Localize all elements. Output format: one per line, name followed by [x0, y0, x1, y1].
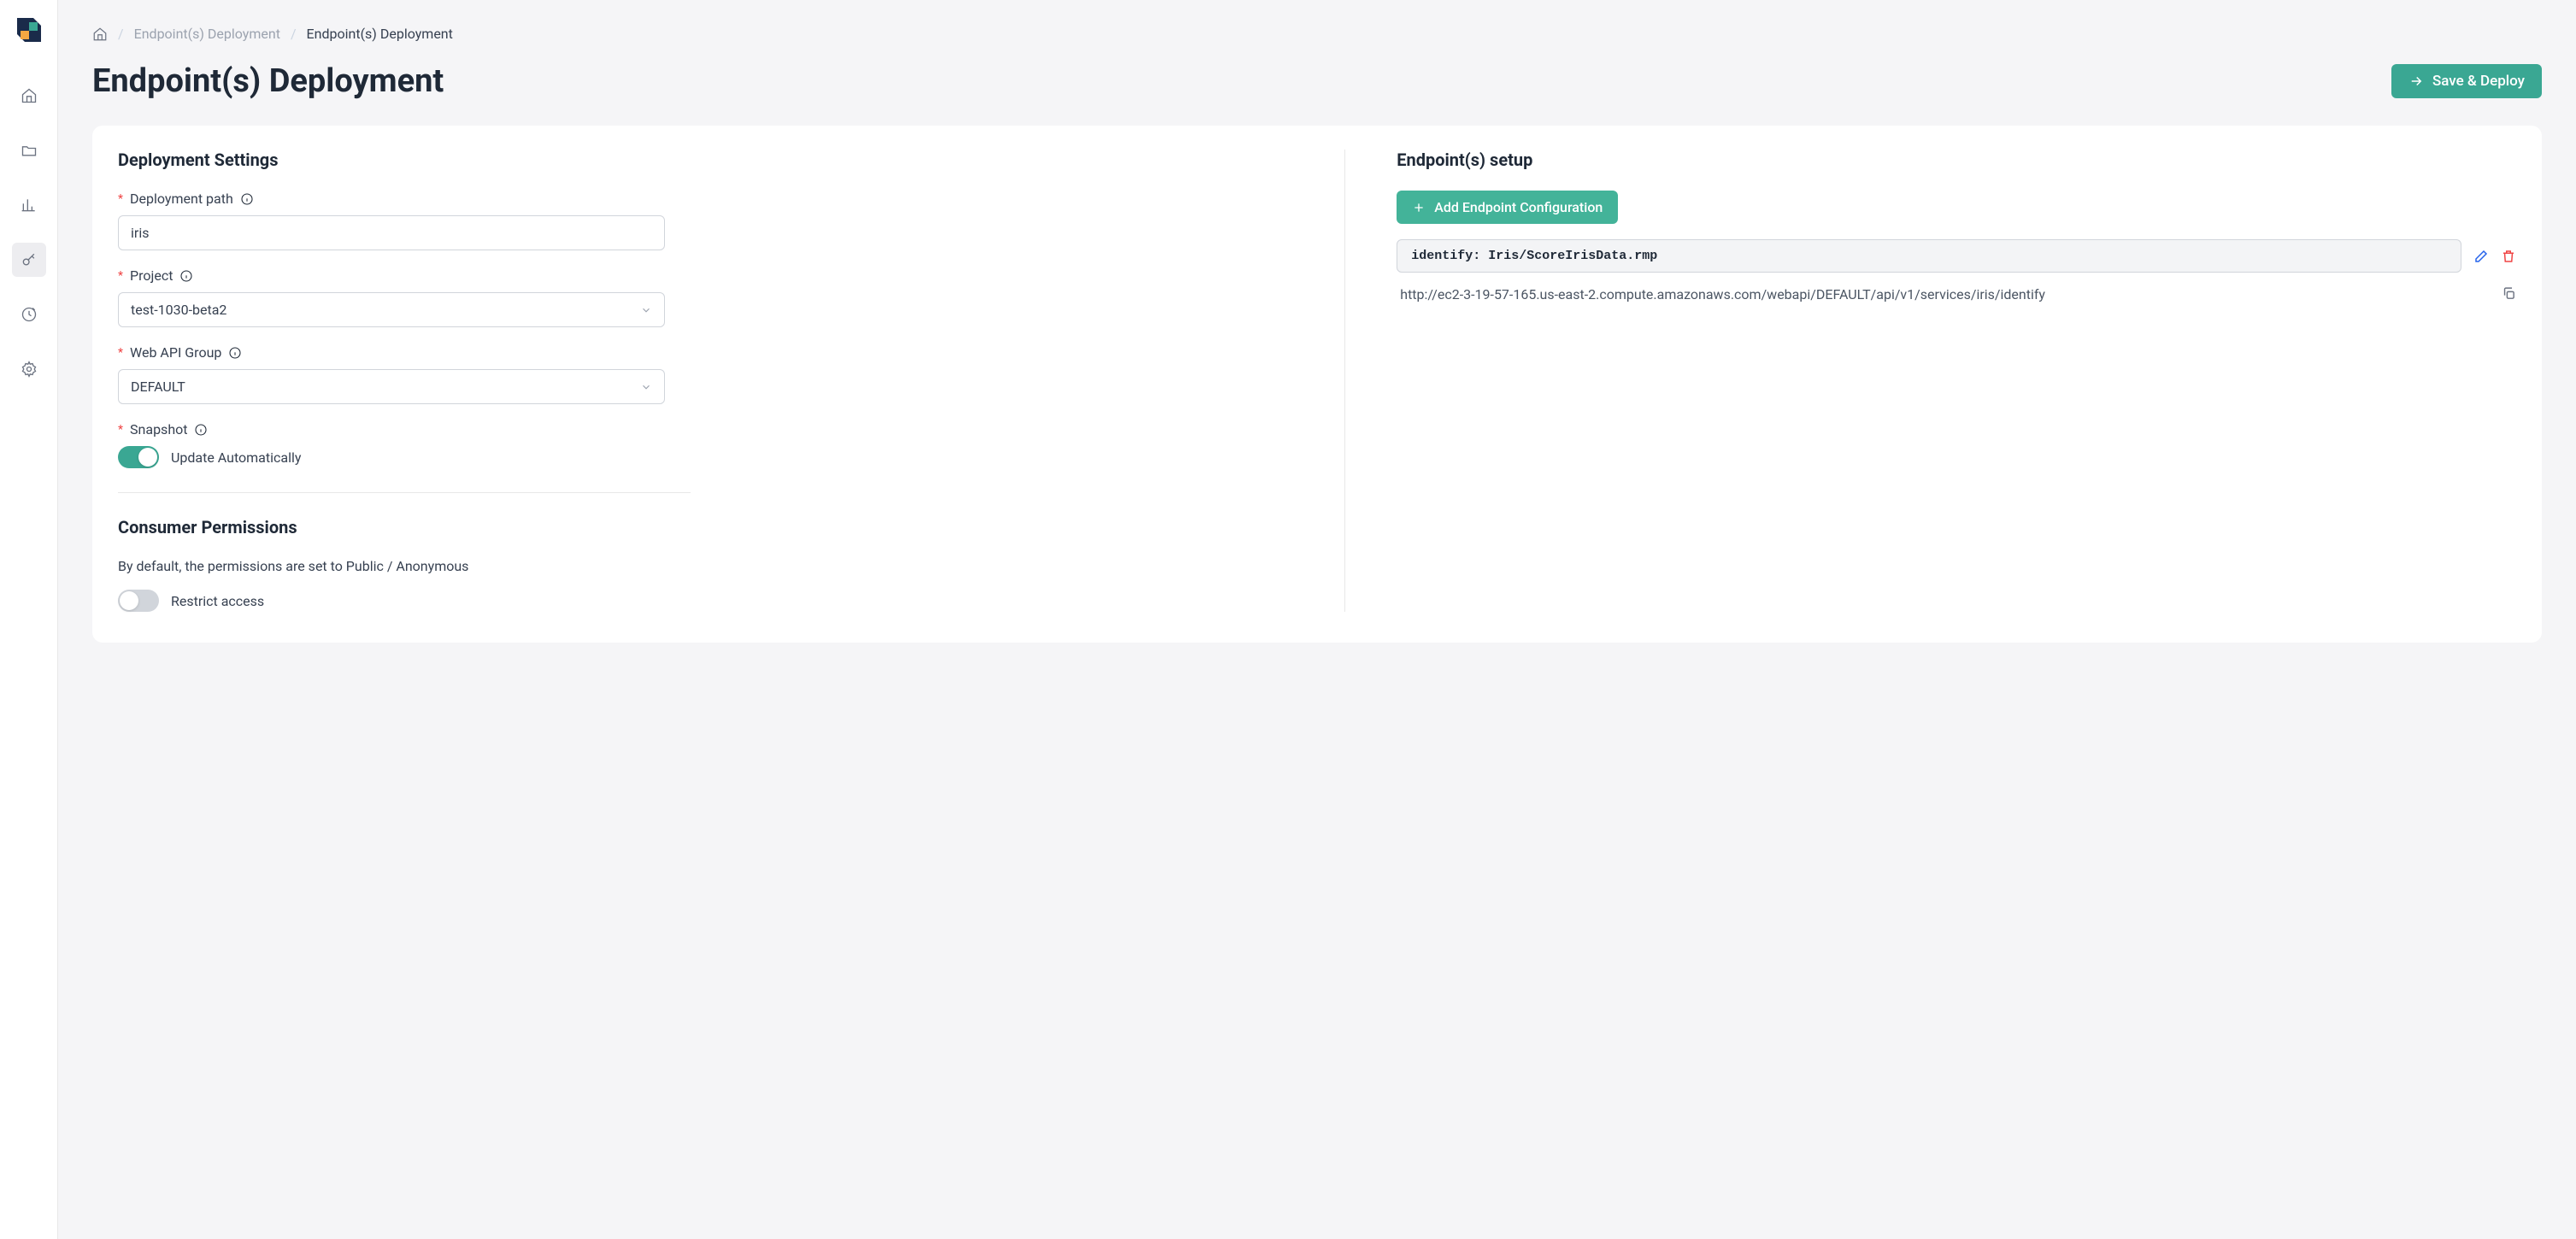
breadcrumb-separator: /	[118, 26, 124, 42]
breadcrumb: / Endpoint(s) Deployment / Endpoint(s) D…	[92, 17, 2542, 62]
breadcrumb-separator: /	[291, 26, 297, 42]
nav-key[interactable]	[12, 243, 46, 277]
page-header: Endpoint(s) Deployment Save & Deploy	[92, 62, 2542, 100]
endpoint-url: http://ec2-3-19-57-165.us-east-2.compute…	[1400, 285, 2497, 305]
nav-home[interactable]	[12, 79, 46, 113]
required-marker: *	[118, 346, 123, 360]
breadcrumb-link[interactable]: Endpoint(s) Deployment	[134, 26, 280, 42]
web-api-group-select[interactable]: DEFAULT	[118, 369, 665, 404]
endpoint-url-row: http://ec2-3-19-57-165.us-east-2.compute…	[1397, 285, 2516, 305]
copy-url-button[interactable]	[2502, 286, 2516, 301]
project-label: Project	[130, 267, 173, 284]
delete-endpoint-button[interactable]	[2501, 249, 2516, 264]
info-icon[interactable]	[194, 423, 208, 437]
deployment-card: Deployment Settings * Deployment path * …	[92, 126, 2542, 643]
nav-settings[interactable]	[12, 352, 46, 386]
edit-endpoint-button[interactable]	[2473, 249, 2489, 264]
settings-column: Deployment Settings * Deployment path * …	[118, 150, 1345, 612]
save-deploy-button[interactable]: Save & Deploy	[2391, 64, 2542, 98]
sidebar	[0, 0, 58, 1239]
breadcrumb-current: Endpoint(s) Deployment	[307, 26, 453, 42]
snapshot-label: Snapshot	[130, 421, 187, 437]
permissions-title: Consumer Permissions	[118, 517, 1293, 537]
info-icon[interactable]	[240, 192, 254, 206]
path-label: Deployment path	[130, 191, 233, 207]
home-icon[interactable]	[92, 26, 108, 42]
required-marker: *	[118, 423, 123, 437]
group-label: Web API Group	[130, 344, 221, 361]
setup-title: Endpoint(s) setup	[1397, 150, 2516, 170]
section-divider	[118, 492, 691, 493]
permissions-hint: By default, the permissions are set to P…	[118, 558, 1293, 574]
project-select[interactable]: test-1030-beta2	[118, 292, 665, 327]
nav-chart[interactable]	[12, 188, 46, 222]
nav-clock[interactable]	[12, 297, 46, 332]
web-api-group-field: * Web API Group DEFAULT	[118, 344, 1293, 404]
deployment-path-input[interactable]	[118, 215, 665, 250]
main-content: / Endpoint(s) Deployment / Endpoint(s) D…	[58, 0, 2576, 1239]
group-value: DEFAULT	[131, 379, 185, 395]
chevron-down-icon	[640, 381, 652, 393]
settings-title: Deployment Settings	[118, 150, 1293, 170]
snapshot-field: * Snapshot Update Automatically	[118, 421, 1293, 468]
restrict-label: Restrict access	[171, 593, 264, 609]
endpoint-display: identify: Iris/ScoreIrisData.rmp	[1397, 239, 2461, 273]
deployment-path-field: * Deployment path	[118, 191, 1293, 250]
required-marker: *	[118, 269, 123, 283]
project-value: test-1030-beta2	[131, 302, 226, 318]
snapshot-toggle[interactable]	[118, 446, 159, 468]
info-icon[interactable]	[179, 269, 193, 283]
info-icon[interactable]	[228, 346, 242, 360]
nav-folder[interactable]	[12, 133, 46, 167]
app-logo	[15, 15, 44, 44]
add-endpoint-button[interactable]: Add Endpoint Configuration	[1397, 191, 1618, 224]
page-title: Endpoint(s) Deployment	[92, 62, 444, 100]
add-endpoint-label: Add Endpoint Configuration	[1434, 199, 1603, 215]
endpoint-row: identify: Iris/ScoreIrisData.rmp	[1397, 239, 2516, 273]
project-field: * Project test-1030-beta2	[118, 267, 1293, 327]
restrict-access-toggle[interactable]	[118, 590, 159, 612]
required-marker: *	[118, 192, 123, 206]
chevron-down-icon	[640, 304, 652, 316]
setup-column: Endpoint(s) setup Add Endpoint Configura…	[1345, 150, 2516, 612]
save-deploy-label: Save & Deploy	[2432, 73, 2525, 90]
snapshot-toggle-label: Update Automatically	[171, 449, 301, 466]
